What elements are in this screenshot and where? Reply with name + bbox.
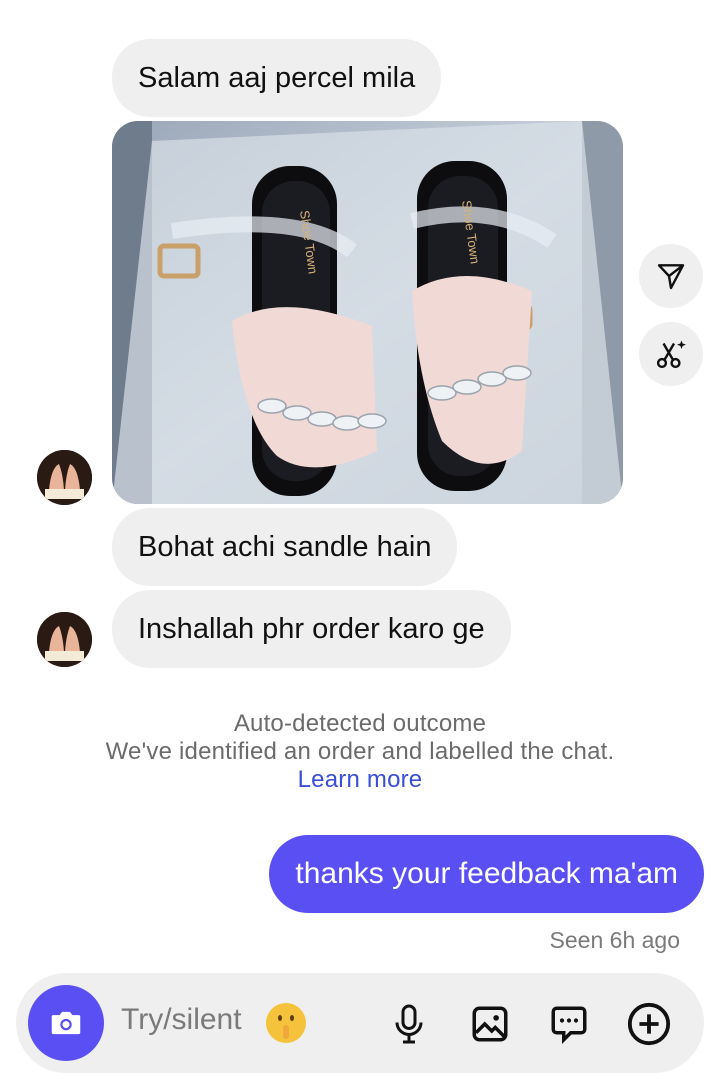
image-icon bbox=[472, 1006, 508, 1042]
system-notice-title: Auto-detected outcome bbox=[233, 710, 487, 737]
microphone-icon bbox=[395, 1004, 423, 1044]
message-text: thanks your feedback ma'am bbox=[295, 857, 678, 890]
restyle-button[interactable] bbox=[639, 322, 703, 386]
gallery-button[interactable] bbox=[465, 999, 515, 1049]
seen-status: Seen 6h ago bbox=[549, 927, 680, 953]
message-bubble-incoming[interactable]: Salam aaj percel mila bbox=[112, 39, 442, 117]
message-text: Salam aaj percel mila bbox=[138, 61, 416, 94]
scissors-sparkle-icon bbox=[656, 340, 686, 369]
learn-more-link[interactable]: Learn more bbox=[298, 766, 423, 793]
microphone-button[interactable] bbox=[384, 999, 434, 1049]
system-notice-body: We've identified an order and labelled t… bbox=[105, 738, 615, 765]
avatar[interactable] bbox=[37, 450, 92, 505]
send-icon bbox=[657, 264, 685, 290]
message-bubble-incoming[interactable]: Bohat achi sandle hain bbox=[112, 508, 458, 586]
avatar-image bbox=[37, 612, 92, 667]
message-text: Bohat achi sandle hain bbox=[138, 530, 432, 563]
sticker-button[interactable] bbox=[544, 999, 594, 1049]
photo-message[interactable]: Shoe Town Shoe Town bbox=[112, 121, 623, 504]
camera-icon bbox=[51, 1011, 81, 1035]
plus-circle-icon bbox=[627, 1002, 671, 1046]
message-input[interactable]: Try/silent bbox=[121, 1003, 242, 1037]
camera-button[interactable] bbox=[28, 985, 104, 1061]
add-button[interactable] bbox=[624, 999, 674, 1049]
avatar-image bbox=[37, 450, 92, 505]
sandals-photo: Shoe Town Shoe Town bbox=[112, 121, 623, 504]
avatar[interactable] bbox=[37, 612, 92, 667]
message-bubble-outgoing[interactable]: thanks your feedback ma'am bbox=[269, 835, 704, 913]
message-composer: Try/silent bbox=[16, 973, 704, 1073]
learn-more-row: Learn more bbox=[0, 766, 720, 794]
message-text: Inshallah phr order karo ge bbox=[138, 612, 485, 645]
share-button[interactable] bbox=[639, 244, 703, 308]
chat-bubble-icon bbox=[551, 1006, 587, 1044]
message-bubble-incoming[interactable]: Inshallah phr order karo ge bbox=[112, 590, 511, 668]
shushing-emoji-icon bbox=[266, 1003, 306, 1043]
